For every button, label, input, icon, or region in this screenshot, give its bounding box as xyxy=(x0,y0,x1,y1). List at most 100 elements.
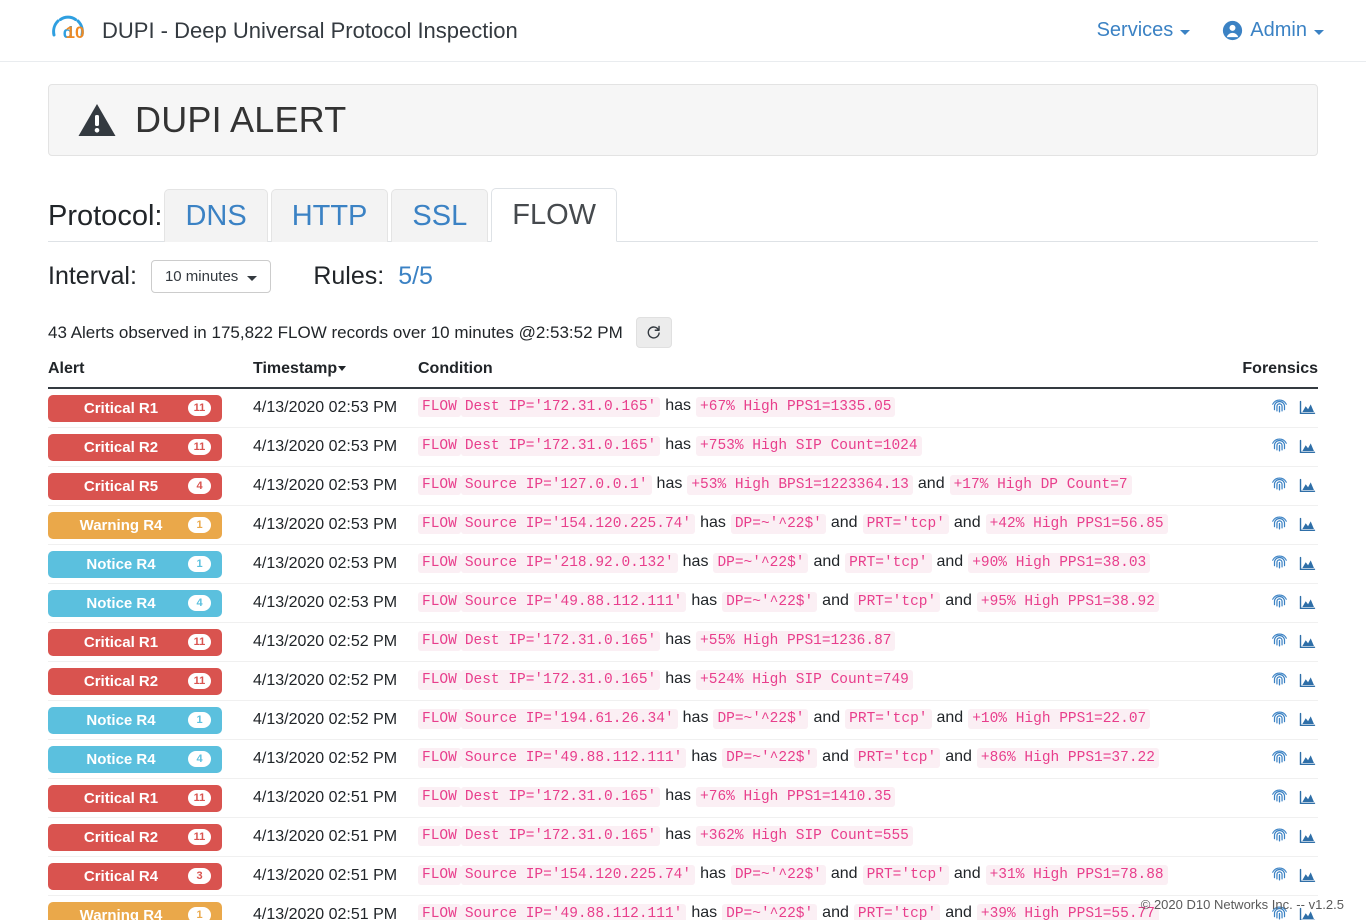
forensics-cell xyxy=(1238,544,1318,584)
alert-severity-badge[interactable]: Critical R1 11 xyxy=(48,394,222,422)
fingerprint-icon[interactable] xyxy=(1271,594,1288,611)
fingerprint-icon[interactable] xyxy=(1271,633,1288,650)
alert-severity-badge[interactable]: Notice R4 4 xyxy=(48,745,222,773)
alert-severity-badge[interactable]: Critical R2 11 xyxy=(48,667,222,695)
timestamp-cell: 4/13/2020 02:51 PM xyxy=(253,778,418,818)
alert-timestamp: 4/13/2020 02:51 PM xyxy=(253,828,398,845)
alert-timestamp: 4/13/2020 02:53 PM xyxy=(253,399,398,416)
alert-severity-badge[interactable]: Critical R1 11 xyxy=(48,784,222,812)
condition-operator: has xyxy=(665,787,692,804)
area-chart-icon[interactable] xyxy=(1299,712,1316,728)
table-row: Critical R1 11 4/13/2020 02:52 PM FLOW Dest… xyxy=(48,622,1318,662)
fingerprint-icon[interactable] xyxy=(1271,672,1288,689)
table-row: Critical R2 11 4/13/2020 02:53 PM FLOW Dest… xyxy=(48,427,1318,467)
tab-flow[interactable]: FLOW xyxy=(491,187,618,242)
refresh-icon xyxy=(646,325,661,340)
column-header-alert[interactable]: Alert xyxy=(48,360,253,389)
protocol-tabs: Protocol: DNS HTTP SSL FLOW xyxy=(48,182,1318,242)
refresh-button[interactable] xyxy=(635,317,672,348)
timestamp-cell: 4/13/2020 02:51 PM xyxy=(253,896,418,920)
interval-select[interactable]: 10 minutes xyxy=(150,260,272,293)
fingerprint-icon[interactable] xyxy=(1271,750,1288,767)
condition-cell: FLOW Dest IP='172.31.0.165' has +67% High … xyxy=(418,388,1238,428)
alert-severity-badge[interactable]: Critical R4 3 xyxy=(48,862,222,890)
area-chart-icon[interactable] xyxy=(1299,868,1316,884)
condition-operator: and xyxy=(830,514,858,531)
alert-severity-badge[interactable]: Critical R2 11 xyxy=(48,433,222,461)
fingerprint-icon[interactable] xyxy=(1271,555,1288,572)
area-chart-icon[interactable] xyxy=(1299,556,1316,572)
tab-http[interactable]: HTTP xyxy=(270,188,389,242)
condition-cell: FLOW Source IP='154.120.225.74' has DP=~'^… xyxy=(418,505,1238,545)
forensics-cell xyxy=(1238,622,1318,662)
alert-severity-badge[interactable]: Critical R2 11 xyxy=(48,823,222,851)
condition-operator: has xyxy=(691,904,718,920)
alert-severity-badge[interactable]: Notice R4 1 xyxy=(48,706,222,734)
condition-operator: and xyxy=(936,553,964,570)
area-chart-icon[interactable] xyxy=(1299,439,1316,455)
condition-token: DP=~'^22$' xyxy=(722,592,818,612)
forensics-cell xyxy=(1238,817,1318,857)
alert-timestamp: 4/13/2020 02:52 PM xyxy=(253,633,398,650)
alert-cell: Critical R2 11 xyxy=(48,427,253,467)
column-header-timestamp-label: Timestamp xyxy=(253,360,338,377)
alert-cell: Critical R1 11 xyxy=(48,388,253,428)
alert-severity-badge[interactable]: Notice R4 4 xyxy=(48,589,222,617)
condition-token: DP=~'^22$' xyxy=(722,748,818,768)
fingerprint-icon[interactable] xyxy=(1271,828,1288,845)
condition-token: Source IP='154.120.225.74' xyxy=(460,514,696,534)
table-row: Notice R4 4 4/13/2020 02:52 PM FLOW Source … xyxy=(48,739,1318,779)
alert-severity-label: Critical R5 xyxy=(83,477,159,495)
tab-ssl[interactable]: SSL xyxy=(391,188,489,242)
fingerprint-icon[interactable] xyxy=(1271,789,1288,806)
fingerprint-icon[interactable] xyxy=(1271,711,1288,728)
column-header-condition[interactable]: Condition xyxy=(418,360,1238,389)
d10-logo-icon: d 10 xyxy=(48,11,88,51)
alert-cell: Warning R4 1 xyxy=(48,896,253,920)
condition-operator: has xyxy=(665,826,692,843)
tab-dns[interactable]: DNS xyxy=(164,188,268,242)
app-page: d 10 DUPI - Deep Universal Protocol Insp… xyxy=(0,0,1366,920)
fingerprint-icon[interactable] xyxy=(1271,438,1288,455)
area-chart-icon[interactable] xyxy=(1299,673,1316,689)
alert-cell: Warning R4 1 xyxy=(48,505,253,545)
fingerprint-icon[interactable] xyxy=(1271,516,1288,533)
nav-services-dropdown[interactable]: Services xyxy=(1097,19,1191,42)
alert-severity-badge[interactable]: Warning R4 1 xyxy=(48,511,222,539)
brand-title: DUPI - Deep Universal Protocol Inspectio… xyxy=(102,17,518,43)
area-chart-icon[interactable] xyxy=(1299,595,1316,611)
condition-token: +53% High BPS1=1223364.13 xyxy=(687,475,913,495)
alert-severity-badge[interactable]: Warning R4 1 xyxy=(48,901,222,920)
area-chart-icon[interactable] xyxy=(1299,634,1316,650)
nav-admin-dropdown[interactable]: Admin xyxy=(1222,19,1324,42)
condition-cell: FLOW Source IP='49.88.112.111' has DP=~'^2… xyxy=(418,896,1238,920)
alerts-table-head: Alert Timestamp Condition Forensics xyxy=(48,360,1318,389)
area-chart-icon[interactable] xyxy=(1299,829,1316,845)
area-chart-icon[interactable] xyxy=(1299,478,1316,494)
brand[interactable]: d 10 DUPI - Deep Universal Protocol Insp… xyxy=(48,11,518,51)
fingerprint-icon[interactable] xyxy=(1271,399,1288,416)
rules-label: Rules: xyxy=(313,262,385,290)
area-chart-icon[interactable] xyxy=(1299,790,1316,806)
alert-severity-badge[interactable]: Critical R1 11 xyxy=(48,628,222,656)
condition-token: DP=~'^22$' xyxy=(730,514,826,534)
alerts-table-body: Critical R1 11 4/13/2020 02:53 PM FLOW Dest… xyxy=(48,388,1318,920)
alerts-table: Alert Timestamp Condition Forensics Crit… xyxy=(48,360,1318,920)
table-row: Critical R1 11 4/13/2020 02:53 PM FLOW Dest… xyxy=(48,388,1318,428)
rules-value-link[interactable]: 5/5 xyxy=(398,262,433,291)
condition-token: FLOW xyxy=(418,865,461,885)
area-chart-icon[interactable] xyxy=(1299,517,1316,533)
condition-token: +76% High PPS1=1410.35 xyxy=(696,787,896,807)
condition-token: Source IP='49.88.112.111' xyxy=(460,748,687,768)
alert-timestamp: 4/13/2020 02:53 PM xyxy=(253,516,398,533)
alert-severity-badge[interactable]: Critical R5 4 xyxy=(48,472,222,500)
fingerprint-icon[interactable] xyxy=(1271,477,1288,494)
interval-controls: Interval: 10 minutes Rules: 5/5 xyxy=(48,260,1318,293)
condition-token: +10% High PPS1=22.07 xyxy=(968,709,1151,729)
area-chart-icon[interactable] xyxy=(1299,400,1316,416)
alert-timestamp: 4/13/2020 02:52 PM xyxy=(253,672,398,689)
alert-severity-badge[interactable]: Notice R4 1 xyxy=(48,550,222,578)
column-header-timestamp[interactable]: Timestamp xyxy=(253,360,418,389)
area-chart-icon[interactable] xyxy=(1299,751,1316,767)
fingerprint-icon[interactable] xyxy=(1271,867,1288,884)
